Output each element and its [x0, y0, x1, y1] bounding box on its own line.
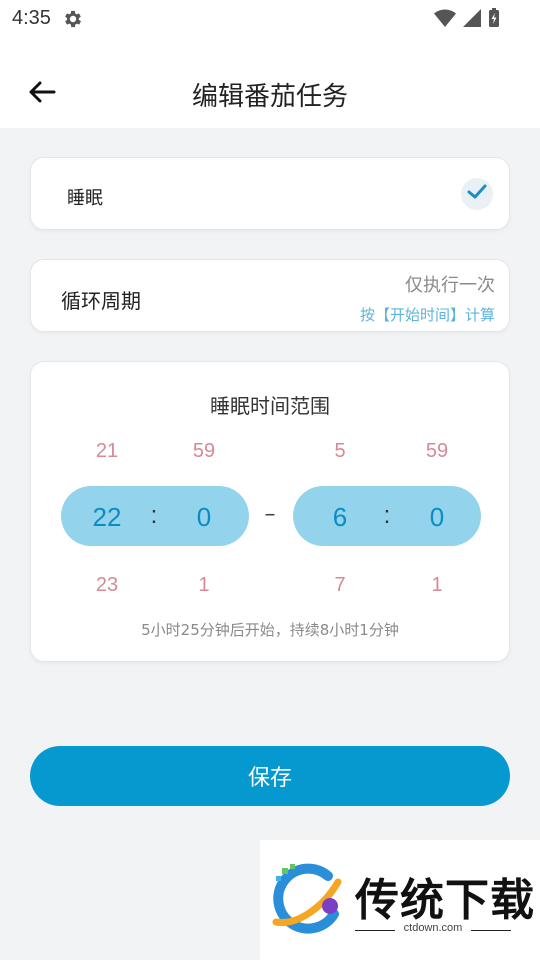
- task-name-card: 睡眠: [30, 157, 510, 230]
- end-minute-prev[interactable]: 59: [407, 440, 467, 463]
- end-hour-prev[interactable]: 5: [310, 440, 370, 463]
- ctdown-logo-icon: [268, 862, 344, 938]
- status-icons: [434, 8, 500, 32]
- end-hour-next[interactable]: 7: [310, 574, 370, 597]
- watermark-brand: 传统下载: [355, 875, 535, 926]
- watermark-divider-right: [471, 930, 511, 931]
- app-bar: 编辑番茄任务: [0, 40, 540, 128]
- save-button[interactable]: 保存: [30, 746, 510, 806]
- duration-summary: 5小时25分钟后开始，持续8小时1分钟: [141, 621, 399, 639]
- watermark: 传统下载 ctdown.com: [260, 840, 540, 960]
- range-dash: –: [264, 502, 276, 527]
- start-time-picker[interactable]: 22 : 0: [61, 486, 249, 546]
- start-hour-prev[interactable]: 21: [77, 440, 137, 463]
- task-check-toggle[interactable]: [461, 178, 493, 210]
- cycle-period-note: 按【开始时间】计算: [359, 306, 495, 324]
- sleep-range-card: 睡眠时间范围 21 59 5 59 22 : 0 – 6 : 0 23 1 7 …: [30, 361, 510, 662]
- signal-icon: [462, 8, 482, 32]
- end-minute[interactable]: 0: [407, 502, 467, 533]
- settings-gear-icon: [62, 8, 84, 30]
- battery-charging-icon: [488, 8, 500, 32]
- start-minute[interactable]: 0: [174, 502, 234, 533]
- end-hour[interactable]: 6: [310, 502, 370, 533]
- start-time-separator: :: [150, 502, 158, 529]
- status-bar: 4:35: [0, 0, 540, 40]
- end-minute-next[interactable]: 1: [407, 574, 467, 597]
- page-title: 编辑番茄任务: [191, 82, 348, 112]
- start-hour[interactable]: 22: [77, 502, 137, 533]
- cycle-period-row[interactable]: 循环周期 仅执行一次 按【开始时间】计算: [30, 259, 510, 332]
- cycle-period-value: 仅执行一次: [405, 275, 495, 296]
- start-hour-next[interactable]: 23: [77, 574, 137, 597]
- sleep-range-title: 睡眠时间范围: [210, 394, 330, 418]
- end-time-separator: :: [383, 502, 391, 529]
- status-time: 4:35: [12, 7, 51, 29]
- task-name: 睡眠: [67, 188, 103, 209]
- wifi-icon: [434, 8, 456, 32]
- checkmark-icon: [467, 184, 487, 204]
- start-minute-prev[interactable]: 59: [174, 440, 234, 463]
- start-minute-next[interactable]: 1: [174, 574, 234, 597]
- watermark-site: ctdown.com: [403, 922, 463, 934]
- cycle-period-label: 循环周期: [61, 289, 141, 313]
- end-time-picker[interactable]: 6 : 0: [293, 486, 481, 546]
